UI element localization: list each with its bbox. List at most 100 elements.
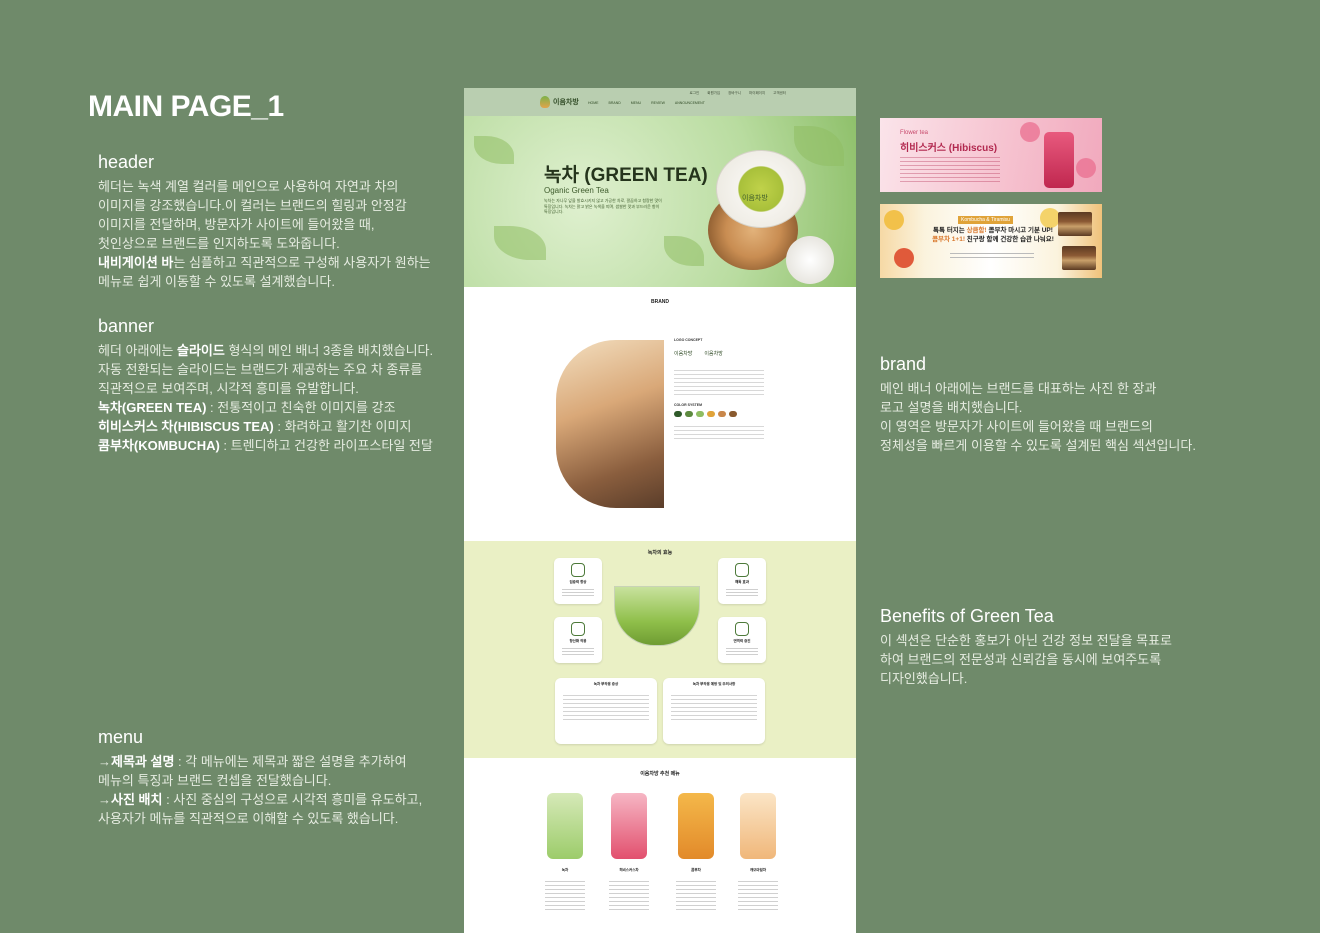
benefit-card: 집중력 향상 xyxy=(554,558,602,604)
nav-bar-highlight: 내비게이션 바 xyxy=(98,255,174,270)
brand-description: brand 메인 배너 아래에는 브랜드를 대표하는 사진 한 장과 로고 설명… xyxy=(880,354,1240,455)
benefits-description: Benefits of Green Tea 이 섹션은 단순한 홍보가 아닌 건… xyxy=(880,606,1240,688)
menu-item-name: 콤부차 xyxy=(691,868,701,872)
card-text xyxy=(726,587,758,597)
kombucha-text xyxy=(950,250,1034,260)
tiramisu-image xyxy=(1062,246,1096,270)
kombucha-tag: Kombucha & Tiramisu xyxy=(958,216,1013,224)
tiramisu-image xyxy=(1058,212,1092,236)
menu-item-name: 녹차 xyxy=(561,868,569,872)
hero-banner[interactable]: 녹차 (GREEN TEA) Oganic Green Tea 녹차는 자나무 … xyxy=(464,116,856,287)
hero-subtitle: Oganic Green Tea xyxy=(544,186,609,195)
color-system-label: COLOR SYSTEM xyxy=(674,403,703,407)
mockup-navbar: 로그인 회원가입 장바구니 마이페이지 고객센터 이음차방 HOME BRAND… xyxy=(464,88,856,116)
logo-concept-panel: LOGO CONCEPT 이음차방 이음차방 COLOR SYSTEM xyxy=(674,338,764,447)
detox-icon xyxy=(735,563,749,577)
header-body: 헤더는 녹색 계열 컬러를 메인으로 사용하여 자연과 차의 이미지를 강조했습… xyxy=(98,179,431,289)
brand-section-title: BRAND xyxy=(650,299,670,305)
card-text xyxy=(562,587,594,597)
website-mockup: 로그인 회원가입 장바구니 마이페이지 고객센터 이음차방 HOME BRAND… xyxy=(464,88,856,933)
hibiscus-title: 히비스커스 (Hibiscus) xyxy=(900,143,998,154)
card-text xyxy=(726,646,758,656)
menu-item-desc xyxy=(676,878,716,912)
main-nav: HOME BRAND MENU REVIEW ANNOUNCEMENT xyxy=(588,101,705,105)
hero-title: 녹차 (GREEN TEA) xyxy=(544,165,708,186)
leaf-decoration xyxy=(494,226,546,260)
logo-vertical: 이음차방 xyxy=(674,351,693,357)
hibiscus-can[interactable] xyxy=(611,793,647,859)
benefits-section-title: 녹차의 효능 xyxy=(647,550,673,556)
nav-menu[interactable]: MENU xyxy=(631,101,641,105)
brand-section: BRAND LOGO CONCEPT 이음차방 이음차방 COLOR SYSTE… xyxy=(464,287,856,541)
logo-description-text xyxy=(674,367,764,397)
menu-item-desc xyxy=(545,878,585,912)
header-heading: header xyxy=(98,152,155,172)
card-text xyxy=(562,646,594,656)
kombucha-headline: 톡톡 터지는 상큼함! 콤부차 마시고 기분 UP! 콤부차 1+1! 친구랑 함… xyxy=(932,227,1054,243)
brand-body: 메인 배너 아래에는 브랜드를 대표하는 사진 한 장과 로고 설명을 배치했습… xyxy=(880,381,1196,453)
shield-icon xyxy=(735,622,749,636)
swatch xyxy=(696,411,704,417)
font-description-text xyxy=(674,423,764,441)
hibiscus-tag: Flower tea xyxy=(900,130,929,136)
nav-brand[interactable]: BRAND xyxy=(609,101,621,105)
util-cart-link[interactable]: 장바구니 xyxy=(728,91,741,96)
benefit-card: 해독 효과 xyxy=(718,558,766,604)
teacup-lid-image xyxy=(786,236,834,284)
green-tea-can[interactable] xyxy=(547,793,583,859)
precautions-box: 녹차 부작용 예방 및 주의사항 xyxy=(663,678,765,744)
flower-decoration xyxy=(1076,158,1096,178)
nav-home[interactable]: HOME xyxy=(588,101,599,105)
logo-horizontal: 이음차방 xyxy=(704,351,723,357)
benefits-body: 이 섹션은 단순한 홍보가 아닌 건강 정보 전달을 목표로 하여 브랜드의 전… xyxy=(880,633,1173,686)
page-title: MAIN PAGE_1 xyxy=(88,90,284,123)
flower-decoration xyxy=(1020,122,1040,142)
color-swatches xyxy=(674,411,764,417)
hibiscus-text xyxy=(900,154,1000,184)
leaf-decoration xyxy=(794,126,844,166)
brand-heading: brand xyxy=(880,354,927,374)
kombucha-pack[interactable] xyxy=(678,793,714,859)
swatch xyxy=(674,411,682,417)
kombucha-banner[interactable]: Kombucha & Tiramisu 톡톡 터지는 상큼함! 콤부차 마시고 … xyxy=(880,204,1102,278)
swatch xyxy=(729,411,737,417)
menu-item-name: 캐모마일차 xyxy=(749,868,767,872)
menu-description: menu →제목과 설명 : 각 메뉴에는 제목과 짧은 설명을 추가하여 메뉴… xyxy=(98,727,458,828)
benefits-heading: Benefits of Green Tea xyxy=(880,606,1054,626)
swatch xyxy=(685,411,693,417)
banner-description: banner 헤더 아래에는 슬라이드 형식의 메인 배너 3종을 배치했습니다… xyxy=(98,316,458,455)
recommended-menu-section: 이음차방 추천 메뉴 녹차 히비스커스차 콤부차 캐모마일차 xyxy=(464,758,856,933)
hero-text: 녹차는 자나무 잎을 발효시키지 않고 가공한 차로, 깔끔하고 청량한 맛이 … xyxy=(544,198,662,214)
util-signup-link[interactable]: 회원가입 xyxy=(707,91,720,96)
util-support-link[interactable]: 고객센터 xyxy=(773,91,786,96)
nav-review[interactable]: REVIEW xyxy=(651,101,665,105)
brand-logo[interactable]: 이음차방 xyxy=(540,96,579,108)
nav-announcement[interactable]: ANNOUNCEMENT xyxy=(675,101,705,105)
util-mypage-link[interactable]: 마이페이지 xyxy=(749,91,765,96)
menu-item-name: 히비스커스차 xyxy=(619,868,639,872)
menu-heading: menu xyxy=(98,727,144,747)
menu-body: →제목과 설명 : 각 메뉴에는 제목과 짧은 설명을 추가하여 메뉴의 특징과… xyxy=(98,754,423,826)
benefit-card: 면역력 증진 xyxy=(718,617,766,663)
cup-brand-label: 이음차방 xyxy=(742,195,768,202)
green-tea-cup-image xyxy=(614,586,700,646)
leaf-decoration xyxy=(664,236,704,266)
brain-icon xyxy=(571,563,585,577)
swatch xyxy=(707,411,715,417)
banner-heading: banner xyxy=(98,316,155,336)
tea-leaf-icon xyxy=(540,96,550,108)
header-description: header 헤더는 녹색 계열 컬러를 메인으로 사용하여 자연과 차의 이미… xyxy=(98,152,458,291)
hibiscus-banner[interactable]: Flower tea 히비스커스 (Hibiscus) xyxy=(880,118,1102,192)
benefit-card: 항산화 작용 xyxy=(554,617,602,663)
hibiscus-can-image xyxy=(1044,132,1074,188)
util-login-link[interactable]: 로그인 xyxy=(690,91,700,96)
chamomile-pack[interactable] xyxy=(740,793,776,859)
fruit-decoration xyxy=(894,248,914,268)
tea-cup-image: 이음차방 xyxy=(716,150,806,228)
box-text xyxy=(563,692,649,722)
brand-photo xyxy=(556,340,664,508)
leaf-decoration xyxy=(474,136,514,164)
benefits-section: 녹차의 효능 집중력 향상 해독 효과 항산화 작용 면역력 증진 녹차 부작용… xyxy=(464,541,856,758)
side-effects-box: 녹차 부작용 증상 xyxy=(555,678,657,744)
menu-section-title: 이음차방 추천 메뉴 xyxy=(640,771,680,777)
